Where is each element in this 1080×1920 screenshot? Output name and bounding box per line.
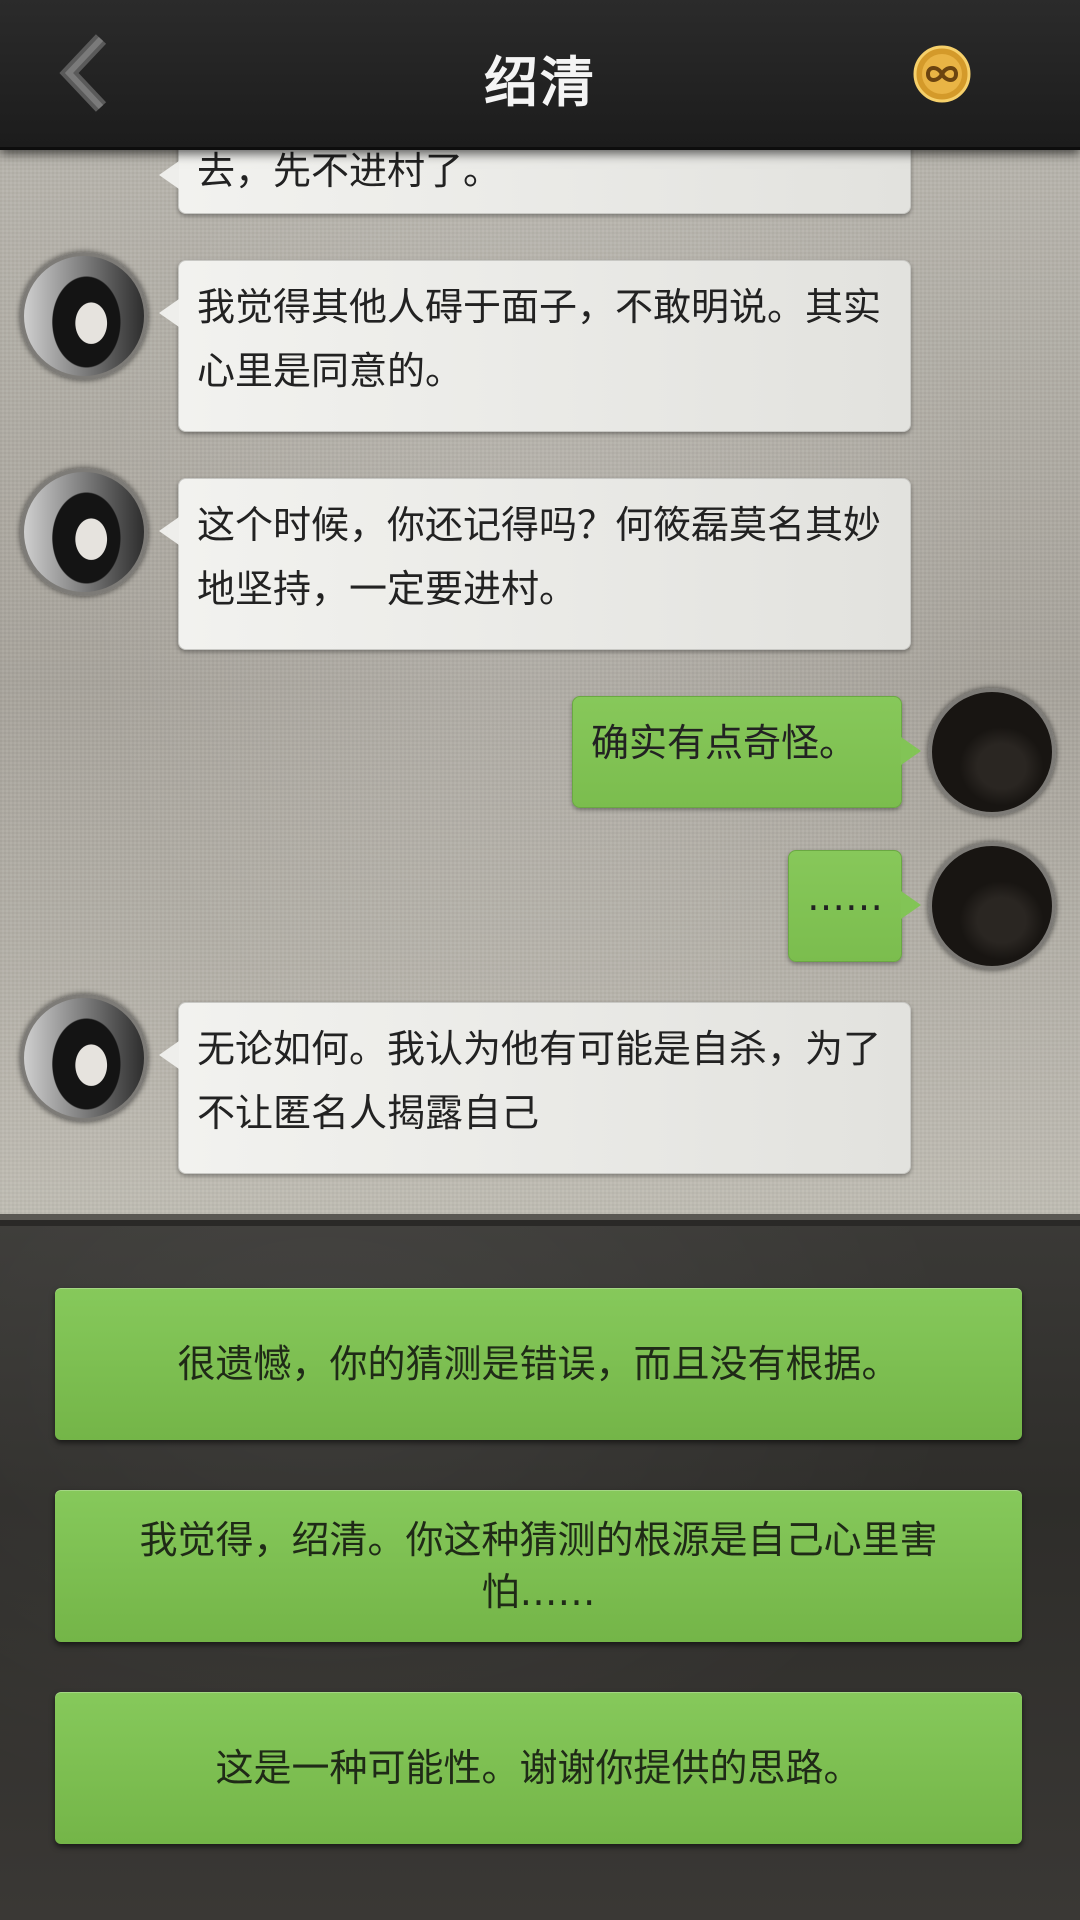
top-bar: 绍清 (0, 0, 1080, 150)
message-bubble: 去，先不进村了。 (159, 150, 911, 214)
chat-area[interactable]: 去，先不进村了。 我觉得其他人碍于面子，不敢明说。其实心里是同意的。 这个时候，… (0, 150, 1080, 1220)
option-label: 很遗憾，你的猜测是错误，而且没有根据。 (177, 1342, 900, 1386)
avatar[interactable] (20, 468, 148, 596)
message-bubble: 我觉得其他人碍于面子，不敢明说。其实心里是同意的。 (159, 260, 911, 432)
message-text: 这个时候，你还记得吗？何筱磊莫名其妙地坚持，一定要进村。 (197, 503, 882, 611)
message-text: 确实有点奇怪。 (591, 721, 858, 765)
avatar[interactable] (20, 252, 148, 380)
message-bubble: 无论如何。我认为他有可能是自杀，为了不让匿名人揭露自己 (159, 1002, 911, 1174)
reply-option-button[interactable]: 很遗憾，你的猜测是错误，而且没有根据。 (55, 1288, 1022, 1440)
message-bubble: …… (788, 850, 921, 962)
reply-options: 很遗憾，你的猜测是错误，而且没有根据。 我觉得，绍清。你这种猜测的根源是自己心里… (0, 1226, 1080, 1920)
message-text: 无论如何。我认为他有可能是自杀，为了不让匿名人揭露自己 (197, 1027, 882, 1135)
infinity-coin-button[interactable] (912, 44, 972, 104)
message-bubble: 这个时候，你还记得吗？何筱磊莫名其妙地坚持，一定要进村。 (159, 478, 911, 650)
option-label: 我觉得，绍清。你这种猜测的根源是自己心里害怕…… (139, 1518, 938, 1614)
reply-option-button[interactable]: 我觉得，绍清。你这种猜测的根源是自己心里害怕…… (55, 1490, 1022, 1642)
avatar[interactable] (928, 842, 1056, 970)
avatar[interactable] (928, 688, 1056, 816)
avatar[interactable] (20, 994, 148, 1122)
option-label: 这是一种可能性。谢谢你提供的思路。 (215, 1746, 862, 1790)
message-text: 我觉得其他人碍于面子，不敢明说。其实心里是同意的。 (197, 285, 882, 393)
reply-option-button[interactable]: 这是一种可能性。谢谢你提供的思路。 (55, 1692, 1022, 1844)
message-text: 去，先不进村了。 (197, 150, 502, 193)
message-bubble: 确实有点奇怪。 (572, 696, 921, 808)
infinity-coin-icon (913, 45, 971, 103)
message-text: …… (807, 875, 883, 919)
